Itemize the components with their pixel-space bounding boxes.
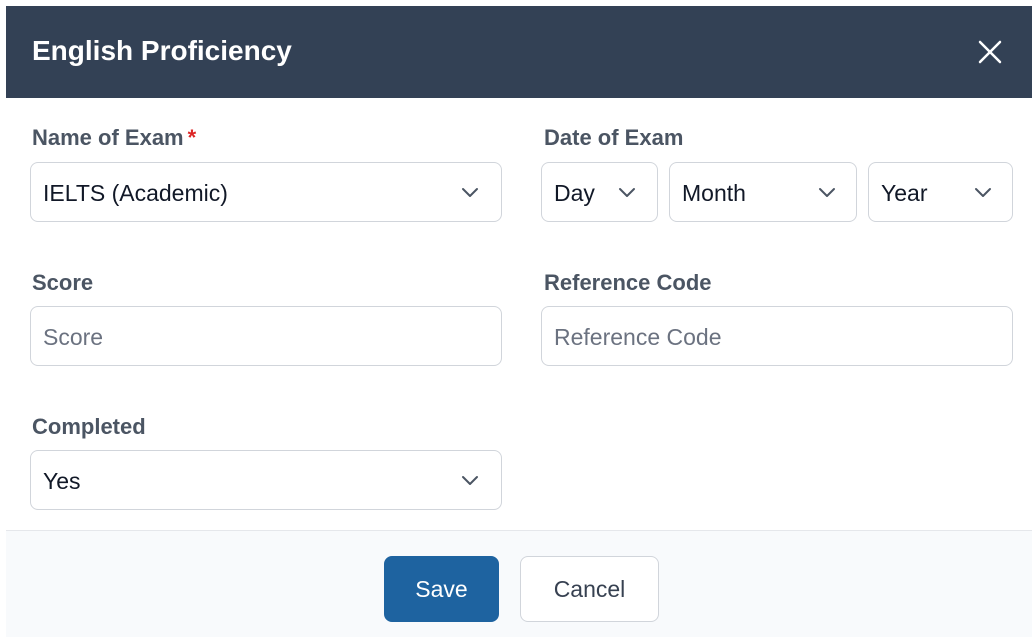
exam-day-select[interactable]: Day [541, 162, 658, 222]
completed-select[interactable]: Yes [30, 450, 502, 510]
exam-day-value: Day [554, 180, 595, 206]
exam-month-value: Month [682, 180, 746, 206]
exam-name-select[interactable]: IELTS (Academic) [30, 162, 502, 222]
exam-year-select[interactable]: Year [868, 162, 1013, 222]
save-button[interactable]: Save [384, 556, 499, 622]
completed-label: Completed [32, 414, 146, 439]
chevron-down-icon [462, 476, 478, 485]
chevron-down-icon [975, 188, 991, 197]
reference-code-placeholder: Reference Code [554, 324, 722, 350]
exam-year-value: Year [881, 180, 928, 206]
close-button[interactable] [972, 34, 1008, 70]
score-label: Score [32, 270, 94, 295]
dialog-title: English Proficiency [32, 35, 292, 66]
score-placeholder: Score [43, 324, 104, 350]
exam-month-select[interactable]: Month [669, 162, 857, 222]
cancel-button[interactable]: Cancel [520, 556, 659, 622]
dialog-footer: Save Cancel [6, 530, 1032, 637]
dialog-header: English Proficiency [6, 6, 1032, 98]
completed-value: Yes [43, 468, 81, 494]
close-icon [978, 40, 1002, 64]
score-input[interactable]: Score [30, 306, 502, 366]
exam-date-label: Date of Exam [544, 125, 684, 150]
exam-name-value: IELTS (Academic) [43, 180, 228, 206]
english-proficiency-dialog: English Proficiency Name of Exam * IELTS … [6, 6, 1032, 637]
chevron-down-icon [462, 188, 478, 197]
reference-code-label: Reference Code [544, 270, 712, 295]
exam-name-label: Name of Exam * [32, 125, 196, 151]
chevron-down-icon [819, 188, 835, 197]
required-marker: * [187, 125, 197, 150]
reference-code-input[interactable]: Reference Code [541, 306, 1013, 366]
exam-name-label-text: Name of Exam [32, 125, 184, 150]
chevron-down-icon [619, 188, 635, 197]
